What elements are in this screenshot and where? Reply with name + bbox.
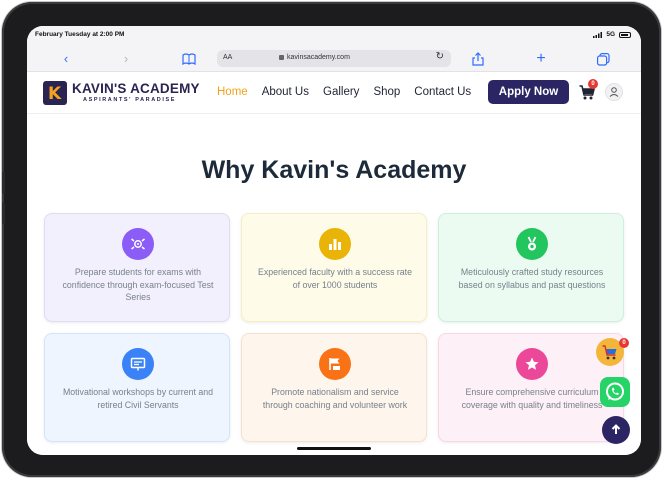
card-text: Ensure comprehensive curriculum coverage… bbox=[461, 387, 603, 410]
lock-icon bbox=[279, 55, 284, 60]
logo-tagline: ASPIRANTS' PARADISE bbox=[83, 97, 177, 103]
forward-icon[interactable]: › bbox=[117, 50, 135, 68]
new-tab-icon[interactable]: + bbox=[532, 50, 550, 68]
feature-card-nationalism: Promote nationalism and service through … bbox=[241, 333, 427, 442]
card-text: Meticulously crafted study resources bas… bbox=[458, 267, 606, 290]
card-text: Experienced faculty with a success rate … bbox=[257, 267, 413, 290]
feature-card-faculty: Experienced faculty with a success rate … bbox=[241, 213, 427, 322]
tabs-icon[interactable] bbox=[594, 50, 612, 68]
logo-name[interactable]: KAVIN'S ACADEMY bbox=[72, 81, 200, 96]
nav-about-us[interactable]: About Us bbox=[262, 86, 309, 98]
section-title: Why Kavin's Academy bbox=[201, 156, 467, 184]
nav-contact-us[interactable]: Contact Us bbox=[414, 86, 471, 98]
whatsapp-icon bbox=[606, 382, 624, 401]
status-indicators: 5G bbox=[593, 31, 631, 38]
presentation-icon bbox=[122, 348, 154, 380]
cart-icon bbox=[602, 345, 617, 360]
main-nav: Home About Us Gallery Shop Contact Us bbox=[217, 86, 471, 98]
network-label: 5G bbox=[606, 31, 615, 38]
nav-gallery[interactable]: Gallery bbox=[323, 86, 359, 98]
apply-now-button[interactable]: Apply Now bbox=[488, 80, 569, 104]
bar-chart-icon bbox=[319, 228, 351, 260]
logo-mark[interactable]: K bbox=[43, 81, 67, 105]
site-header: K KAVIN'S ACADEMY ASPIRANTS' PARADISE Ho… bbox=[27, 72, 641, 114]
signal-icon bbox=[593, 31, 603, 38]
user-icon bbox=[609, 87, 619, 97]
medal-icon bbox=[516, 228, 548, 260]
card-text: Motivational workshops by current and re… bbox=[62, 387, 214, 410]
browser-screen: February Tuesday at 2:00 PM 5G ‹ › AA ka… bbox=[27, 26, 641, 455]
status-time: February Tuesday at 2:00 PM bbox=[35, 31, 125, 38]
home-indicator bbox=[297, 447, 371, 450]
battery-icon bbox=[619, 31, 631, 38]
whatsapp-button[interactable] bbox=[600, 377, 630, 407]
target-icon bbox=[122, 228, 154, 260]
account-button[interactable] bbox=[605, 83, 623, 101]
reader-aa-button[interactable]: AA bbox=[223, 54, 232, 61]
bookmarks-icon[interactable] bbox=[180, 50, 198, 68]
url-text[interactable]: kavinsacademy.com bbox=[287, 54, 350, 61]
logo-letter: K bbox=[48, 84, 62, 104]
nav-shop[interactable]: Shop bbox=[373, 86, 400, 98]
cart-count-badge: 0 bbox=[588, 79, 598, 89]
status-bar: February Tuesday at 2:00 PM 5G bbox=[27, 26, 641, 46]
card-text: Promote nationalism and service through … bbox=[262, 387, 408, 410]
reload-icon[interactable]: ↻ bbox=[436, 51, 444, 62]
nav-home[interactable]: Home bbox=[217, 86, 248, 98]
safari-toolbar: ‹ › AA kavinsacademy.com ↻ + bbox=[27, 46, 641, 72]
feature-card-test-series: Prepare students for exams with confiden… bbox=[44, 213, 230, 322]
volume-button bbox=[2, 202, 5, 224]
card-text: Prepare students for exams with confiden… bbox=[62, 267, 214, 302]
scroll-to-top-button[interactable] bbox=[602, 416, 630, 444]
arrow-up-icon bbox=[611, 424, 621, 434]
feature-card-workshops: Motivational workshops by current and re… bbox=[44, 333, 230, 442]
tablet-frame: February Tuesday at 2:00 PM 5G ‹ › AA ka… bbox=[2, 2, 661, 477]
floating-cart-count-badge: 0 bbox=[619, 338, 629, 348]
address-bar[interactable]: AA kavinsacademy.com ↻ bbox=[217, 50, 451, 67]
why-section: Why Kavin's Academy Prepare students for… bbox=[27, 114, 641, 455]
volume-button bbox=[2, 172, 5, 194]
star-icon bbox=[516, 348, 548, 380]
feature-card-resources: Meticulously crafted study resources bas… bbox=[438, 213, 624, 322]
share-icon[interactable] bbox=[469, 50, 487, 68]
flag-icon bbox=[319, 348, 351, 380]
back-icon[interactable]: ‹ bbox=[57, 50, 75, 68]
